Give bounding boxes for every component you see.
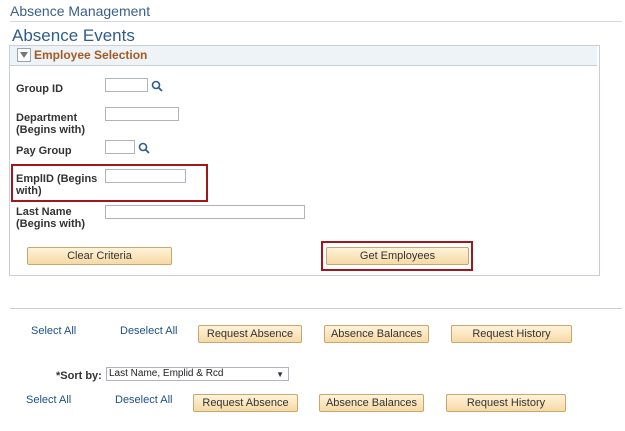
- select-all-link-top[interactable]: Select All: [31, 325, 76, 337]
- department-input[interactable]: [105, 107, 179, 121]
- search-icon[interactable]: [138, 142, 150, 154]
- department-label-line2: (Begins with): [16, 124, 86, 136]
- request-history-button-top[interactable]: Request History: [451, 325, 572, 343]
- emplid-label-line2: with): [16, 185, 42, 197]
- request-history-button-bottom[interactable]: Request History: [446, 394, 566, 412]
- dropdown-arrow-icon: ▼: [276, 370, 284, 379]
- emplid-label-line1: EmplID (Begins: [16, 173, 98, 185]
- department-label-line1: Department: [16, 112, 78, 124]
- deselect-all-link-top[interactable]: Deselect All: [120, 325, 177, 337]
- last-name-label: Last Name (Begins with): [16, 206, 85, 230]
- request-absence-button-top[interactable]: Request Absence: [198, 325, 302, 343]
- select-all-link-bottom[interactable]: Select All: [26, 394, 71, 406]
- get-employees-button[interactable]: Get Employees: [326, 247, 469, 265]
- app-title: Absence Management: [10, 3, 151, 19]
- department-label: Department (Begins with): [16, 112, 85, 136]
- section-divider: [10, 308, 622, 309]
- sort-by-select[interactable]: Last Name, Emplid & Rcd ▼: [106, 367, 289, 381]
- page-title: Absence Events: [12, 26, 135, 45]
- deselect-all-link-bottom[interactable]: Deselect All: [115, 394, 172, 406]
- absence-balances-button-top[interactable]: Absence Balances: [324, 325, 429, 343]
- group-id-input[interactable]: [105, 78, 148, 92]
- clear-criteria-button[interactable]: Clear Criteria: [27, 247, 172, 265]
- collapse-triangle-icon: [20, 52, 28, 58]
- last-name-label-line2: (Begins with): [16, 218, 86, 230]
- sort-by-label: *Sort by:: [56, 370, 102, 382]
- sort-by-selected-value: Last Name, Emplid & Rcd: [109, 368, 224, 379]
- pay-group-label: Pay Group: [16, 145, 72, 157]
- employee-selection-panel: [9, 45, 600, 276]
- header-divider: [10, 21, 622, 22]
- last-name-input[interactable]: [105, 205, 305, 219]
- emplid-input[interactable]: [105, 169, 186, 183]
- emplid-label: EmplID (Begins with): [16, 173, 97, 197]
- pay-group-input[interactable]: [105, 140, 135, 154]
- search-icon[interactable]: [151, 80, 163, 92]
- group-id-label: Group ID: [16, 83, 64, 95]
- employee-selection-title: Employee Selection: [34, 48, 148, 62]
- absence-balances-button-bottom[interactable]: Absence Balances: [319, 394, 424, 412]
- request-absence-button-bottom[interactable]: Request Absence: [193, 394, 298, 412]
- last-name-label-line1: Last Name: [16, 206, 72, 218]
- collapse-toggle-button[interactable]: [17, 48, 31, 62]
